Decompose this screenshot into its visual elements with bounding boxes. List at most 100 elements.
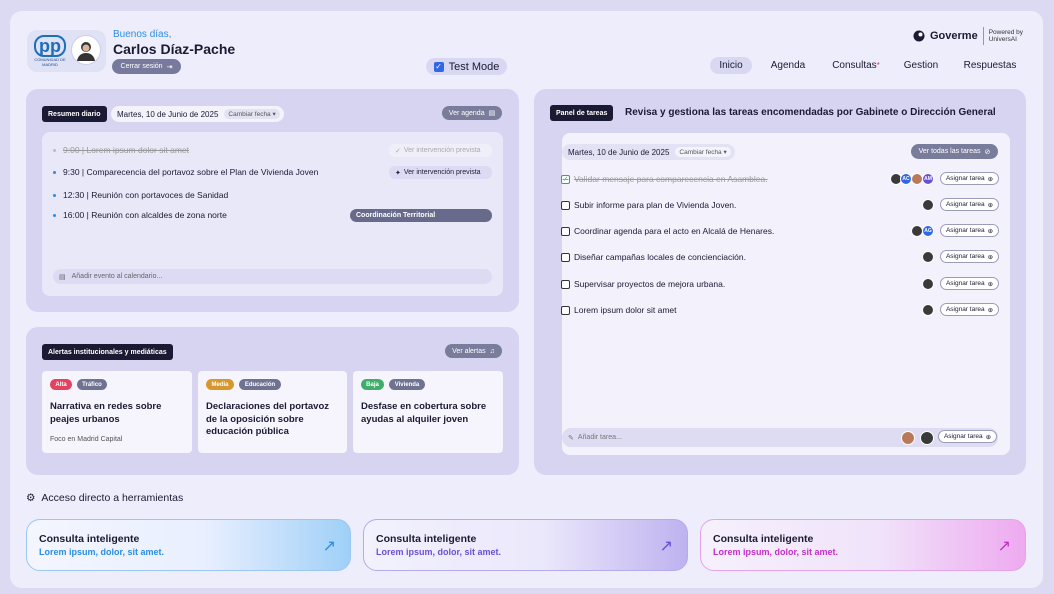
alert-card[interactable]: Media Educación Declaraciones del portav…	[198, 371, 347, 453]
powered-by: Powered by UniversAI	[989, 29, 1023, 43]
alert-card[interactable]: Alta Tráfico Narrativa en redes sobre pe…	[42, 371, 192, 453]
view-alerts-button[interactable]: Ver alertas ♫	[445, 344, 502, 358]
assign-task-button[interactable]: Asignar tarea ⊕	[938, 430, 997, 443]
task-item[interactable]: ✓ Validar mensaje para comparecencia en A…	[561, 174, 768, 184]
intervention-label: Ver intervención prevista	[403, 147, 481, 154]
priority-badge: Media	[206, 379, 234, 390]
view-agenda-button[interactable]: Ver agenda ▤	[442, 106, 502, 120]
tools-title: Acceso directo a herramientas	[41, 492, 184, 504]
event-text: 16:00 | Reunión con alcaldes de zona nor…	[63, 210, 227, 220]
check-icon: ✓	[433, 61, 444, 72]
powered-company: UniversAI	[988, 36, 1017, 43]
event-item[interactable]: 9:30 | Comparecencia del portavoz sobre …	[53, 167, 318, 177]
category-badge: Tráfico	[77, 379, 107, 390]
assign-label: Asignar tarea	[945, 227, 985, 234]
tools-header: ⚙ Acceso directo a herramientas	[26, 492, 183, 504]
logout-icon: ⇥	[166, 63, 173, 71]
assign-task-button[interactable]: Asignar tarea ⊕	[940, 198, 999, 211]
task-text: Subir informe para plan de Vivienda Jove…	[574, 200, 737, 210]
alert-card[interactable]: Baja Vivienda Desfase en cobertura sobre…	[353, 371, 503, 453]
gear-icon: ⚙	[26, 492, 36, 504]
party-logo: pp COMUNIDAD DE MADRID	[32, 35, 68, 67]
event-item[interactable]: 12:30 | Reunión con portavoces de Sanida…	[53, 190, 228, 200]
plus-icon: ⊕	[987, 280, 994, 288]
logo-text: pp	[34, 35, 66, 57]
change-date-button[interactable]: Cambiar fecha ▾	[675, 147, 731, 157]
event-bullet	[53, 193, 56, 197]
tool-card[interactable]: Consulta inteligente Lorem ipsum, dolor,…	[363, 519, 688, 571]
task-checkbox[interactable]	[561, 279, 570, 289]
nav-gestion[interactable]: Gestion	[898, 57, 944, 74]
assign-task-button[interactable]: Asignar tarea ⊕	[940, 224, 999, 237]
tareas-date-chip[interactable]: Martes, 10 de Junio de 2025 Cambiar fech…	[562, 144, 735, 160]
nav-label: Respuestas	[963, 60, 1017, 71]
change-date-button[interactable]: Cambiar fecha ▾	[224, 109, 280, 119]
brand-divider	[982, 27, 984, 45]
resumen-date: Martes, 10 de Junio de 2025	[117, 109, 219, 119]
assignee-avatar	[922, 251, 934, 263]
task-item[interactable]: Diseñar campañas locales de concienciaci…	[561, 252, 746, 262]
tool-card[interactable]: Consulta inteligente Lorem ipsum, dolor,…	[700, 519, 1026, 571]
brand-name: Goverme	[930, 30, 978, 42]
logout-button[interactable]: Cerrar sesión ⇥	[112, 59, 181, 74]
test-mode-toggle[interactable]: ✓ Test Mode	[426, 58, 507, 75]
event-text: 12:30 | Reunión con portavoces de Sanida…	[63, 190, 229, 200]
task-text: Supervisar proyectos de mejora urbana.	[574, 279, 726, 289]
tool-title: Consulta inteligente	[376, 533, 477, 545]
assignee-avatar: AM	[922, 173, 934, 185]
task-item[interactable]: Coordinar agenda para el acto en Alcalá …	[561, 226, 774, 236]
assignee-avatar	[901, 431, 915, 445]
task-checkbox[interactable]	[561, 200, 570, 210]
nav-respuestas[interactable]: Respuestas	[958, 57, 1022, 74]
task-item[interactable]: Supervisar proyectos de mejora urbana.	[561, 279, 725, 289]
assign-label: Asignar tarea	[945, 280, 985, 287]
assignee-avatar	[920, 431, 934, 445]
assignee-avatar	[922, 278, 934, 290]
task-checkbox[interactable]	[561, 226, 570, 236]
change-date-label: Cambiar fecha	[228, 111, 271, 118]
tool-subtitle: Lorem ipsum, dolor, sit amet.	[713, 547, 839, 557]
assignee-avatar	[922, 304, 934, 316]
tool-card[interactable]: Consulta inteligente Lorem ipsum, dolor,…	[26, 519, 351, 571]
tool-title: Consulta inteligente	[39, 533, 140, 545]
task-item[interactable]: Subir informe para plan de Vivienda Jove…	[561, 200, 736, 210]
arrow-up-right-icon: ↗	[659, 538, 673, 555]
assign-task-button[interactable]: Asignar tarea ⊕	[940, 250, 999, 263]
view-all-tasks-button[interactable]: Ver todas las tareas ⊘	[911, 144, 998, 159]
user-avatar[interactable]	[71, 35, 101, 65]
test-mode-label: Test Mode	[448, 60, 500, 73]
assign-task-button[interactable]: Asignar tarea ⊕	[940, 277, 999, 290]
resumen-date-chip[interactable]: Martes, 10 de Junio de 2025 Cambiar fech…	[111, 106, 284, 122]
event-item[interactable]: 16:00 | Reunión con alcaldes de zona nor…	[53, 210, 227, 220]
assign-task-button[interactable]: Asignar tarea ⊕	[940, 172, 999, 185]
check-icon: ✓	[395, 147, 401, 155]
task-checkbox[interactable]	[561, 305, 570, 315]
task-text: Coordinar agenda para el acto en Alcalá …	[574, 226, 775, 236]
add-event-input[interactable]: ▤ Añadir evento al calendario...	[53, 269, 492, 284]
task-checkbox[interactable]: ✓	[561, 174, 570, 184]
event-text: 9:30 | Comparecencia del portavoz sobre …	[63, 167, 319, 177]
view-intervention-button[interactable]: ✓ Ver intervención prevista	[389, 144, 492, 157]
view-intervention-button[interactable]: ✦ Ver intervención prevista	[389, 166, 492, 179]
view-all-label: Ver todas las tareas	[918, 148, 981, 155]
logo-subtext: COMUNIDAD DE MADRID	[34, 57, 66, 67]
nav-consultas[interactable]: Consultas *	[826, 57, 886, 74]
plus-icon: ⊕	[987, 175, 994, 183]
assignee-avatar: AG	[922, 225, 934, 237]
calendar-icon: ▤	[59, 273, 66, 281]
event-item[interactable]: 9:00 | Lorem ipsum dolor sit amet	[53, 145, 189, 155]
nav-agenda[interactable]: Agenda	[764, 57, 812, 74]
change-date-label: Cambiar fecha	[679, 149, 722, 156]
event-text: 9:00 | Lorem ipsum dolor sit amet	[63, 145, 189, 155]
tool-subtitle: Lorem ipsum, dolor, sit amet.	[39, 547, 165, 557]
assign-label: Asignar tarea	[943, 433, 983, 440]
task-checkbox[interactable]	[561, 252, 570, 262]
task-item[interactable]: Lorem ipsum dolor sit amet	[561, 305, 677, 315]
brand: Goverme Powered by UniversAI	[913, 27, 1023, 45]
alert-title: Declaraciones del portavoz de la oposici…	[206, 401, 330, 437]
tareas-description: Revisa y gestiona las tareas encomendada…	[625, 107, 996, 118]
add-event-placeholder: Añadir evento al calendario...	[71, 273, 163, 280]
assign-task-button[interactable]: Asignar tarea ⊕	[940, 303, 999, 316]
view-alerts-label: Ver alertas	[452, 347, 486, 355]
nav-inicio[interactable]: Inicio	[710, 57, 752, 74]
